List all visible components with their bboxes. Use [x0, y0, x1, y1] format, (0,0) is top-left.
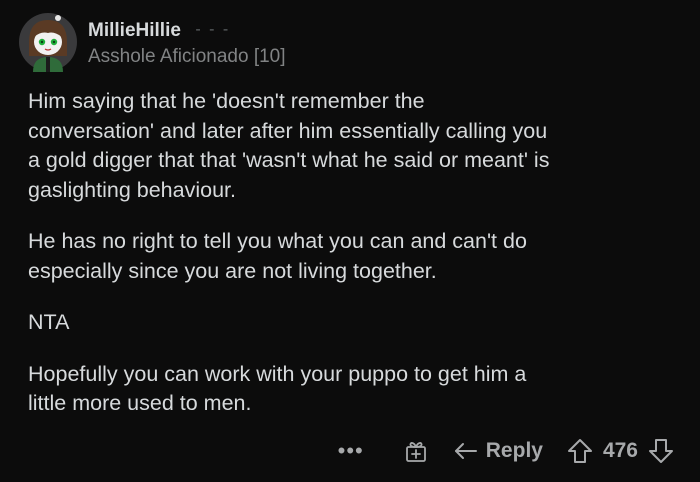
- comment-paragraph: Him saying that he 'doesn't remember the…: [28, 89, 550, 202]
- more-options-button[interactable]: •••: [338, 440, 364, 462]
- reply-button[interactable]: Reply: [454, 439, 543, 463]
- user-flair: Asshole Aficionado [10]: [88, 46, 286, 67]
- comment-action-bar: ••• Reply 476: [338, 433, 674, 469]
- reply-arrow-icon: [454, 441, 478, 461]
- username-trailing-mark: - - -: [195, 21, 231, 38]
- vote-score: 476: [602, 439, 638, 462]
- comment-paragraph: He has no right to tell you what you can…: [28, 229, 527, 283]
- award-gift-icon[interactable]: [404, 439, 428, 463]
- author-username[interactable]: MillieHillie: [88, 20, 181, 42]
- reply-label: Reply: [485, 439, 543, 462]
- author-info: MillieHillie - - - Asshole Aficionado [1…: [88, 20, 286, 68]
- upvote-icon[interactable]: [567, 438, 593, 464]
- comment-body: Him saying that he 'doesn't remember the…: [28, 87, 688, 441]
- downvote-icon[interactable]: [648, 438, 674, 464]
- avatar[interactable]: [19, 12, 77, 72]
- comment-paragraph: NTA: [28, 310, 70, 334]
- avatar-image: [19, 13, 77, 72]
- comment-card: MillieHillie - - - Asshole Aficionado [1…: [0, 0, 700, 482]
- comment-paragraph: Hopefully you can work with your puppo t…: [28, 361, 527, 416]
